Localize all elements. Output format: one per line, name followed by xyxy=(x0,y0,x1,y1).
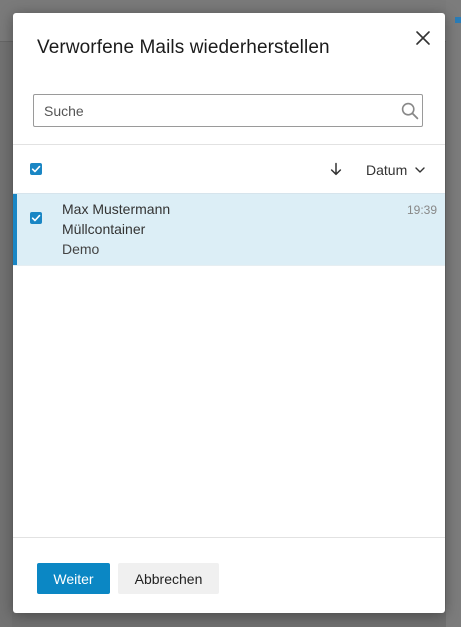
chevron-down-icon xyxy=(415,167,425,173)
sort-field-dropdown[interactable]: Datum xyxy=(366,161,426,179)
list-bottom-separator xyxy=(13,265,445,266)
checkmark-icon xyxy=(31,165,41,173)
backdrop-accent-marker xyxy=(455,17,461,23)
search-icon[interactable] xyxy=(401,102,419,120)
sort-direction-button[interactable] xyxy=(328,161,344,177)
continue-button[interactable]: Weiter xyxy=(37,563,110,594)
toolbar-separator xyxy=(13,144,445,145)
mail-subject: Müllcontainer xyxy=(62,221,146,237)
mail-checkbox[interactable] xyxy=(30,212,42,224)
mail-list-item[interactable]: Max Mustermann Müllcontainer Demo 19:39 xyxy=(13,194,445,265)
search-box xyxy=(33,94,423,127)
mail-preview: Demo xyxy=(62,241,100,257)
backdrop-right-column xyxy=(446,0,461,627)
backdrop-left-column xyxy=(0,0,12,627)
select-all-checkbox[interactable] xyxy=(30,163,42,175)
mail-time: 19:39 xyxy=(406,203,437,217)
dialog-title: Verworfene Mails wiederherstellen xyxy=(37,37,330,58)
close-button[interactable] xyxy=(411,26,435,50)
footer-separator xyxy=(13,537,445,538)
checkmark-icon xyxy=(31,214,41,222)
selected-row-indicator xyxy=(13,194,17,265)
arrow-down-icon xyxy=(330,162,342,176)
close-icon xyxy=(416,31,430,45)
cancel-button[interactable]: Abbrechen xyxy=(118,563,219,594)
sort-field-label: Datum xyxy=(366,162,408,179)
search-input[interactable] xyxy=(35,96,394,125)
mail-sender: Max Mustermann xyxy=(62,201,171,217)
restore-mails-dialog: Verworfene Mails wiederherstellen Datum xyxy=(13,13,445,613)
